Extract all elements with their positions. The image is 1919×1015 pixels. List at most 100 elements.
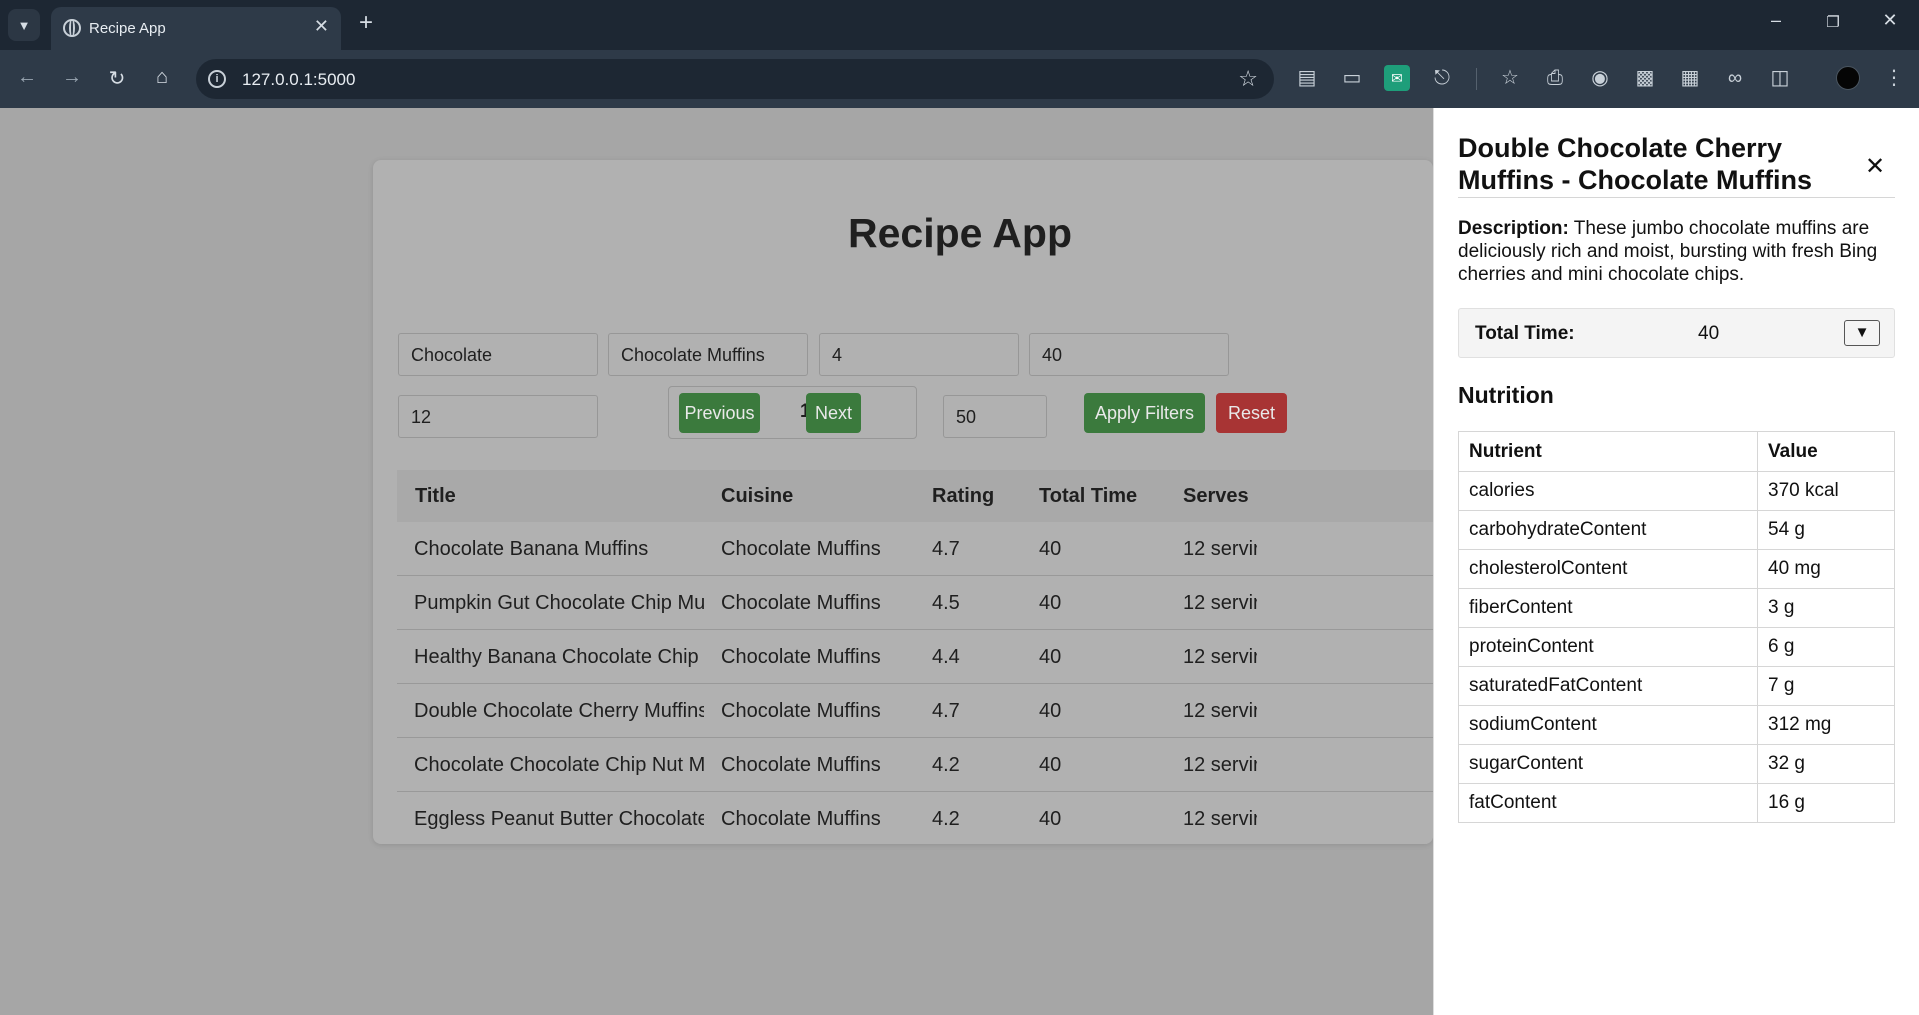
back-icon[interactable]: ←	[14, 66, 40, 89]
cell-rating: 4.7	[932, 700, 960, 722]
cell-rating: 4.7	[932, 538, 960, 560]
home-icon[interactable]: ⌂	[149, 66, 175, 89]
recipe-description: Description: These jumbo chocolate muffi…	[1458, 217, 1898, 286]
nutrient-name: proteinContent	[1458, 627, 1758, 667]
screenshot-icon[interactable]: ◉	[1587, 65, 1613, 91]
column-header-total-time[interactable]: Total Time	[1039, 485, 1137, 508]
column-header-serves[interactable]: Serves	[1183, 485, 1249, 508]
column-header-cuisine[interactable]: Cuisine	[721, 485, 793, 508]
nutrition-table: Nutrient Value calories 370 kcal carbohyd…	[1458, 431, 1895, 823]
table-row[interactable]: Eggless Peanut Butter Chocolate M… Choco…	[397, 792, 1433, 844]
expand-toggle-button[interactable]: ▼	[1844, 320, 1880, 346]
bookmark-star-icon[interactable]: ☆	[1238, 66, 1258, 92]
table-row[interactable]: Double Chocolate Cherry Muffins Chocolat…	[397, 684, 1433, 738]
reload-icon[interactable]: ↻	[104, 66, 130, 91]
print-icon[interactable]: ⎙	[1542, 65, 1568, 91]
nutrient-value: 40 mg	[1757, 549, 1895, 589]
nutrient-name: sodiumContent	[1458, 705, 1758, 745]
nutrition-heading: Nutrition	[1458, 382, 1554, 408]
reading-mode-icon[interactable]: ◫	[1767, 65, 1793, 91]
extensions-puzzle-icon[interactable]: ⎋	[1429, 65, 1455, 91]
nutrient-name: fatContent	[1458, 783, 1758, 823]
nutrient-value: 3 g	[1757, 588, 1895, 628]
nutrition-row: proteinContent 6 g	[1458, 627, 1895, 667]
tab-title: Recipe App	[89, 20, 166, 37]
table-row[interactable]: Pumpkin Gut Chocolate Chip Muffins Choco…	[397, 576, 1433, 630]
tab-groups-icon[interactable]: ▤	[1294, 65, 1320, 91]
previous-page-button[interactable]: Previous	[679, 393, 760, 433]
cuisine-filter-input[interactable]: Chocolate Muffins	[608, 333, 808, 376]
cell-serves: 12 servir	[1183, 646, 1257, 668]
close-window-icon[interactable]: ✕	[1878, 10, 1902, 31]
address-bar[interactable]: i 127.0.0.1:5000 ☆	[196, 59, 1274, 99]
link-icon[interactable]: ∞	[1722, 65, 1748, 91]
nutrient-name: saturatedFatContent	[1458, 666, 1758, 706]
site-info-icon[interactable]: i	[208, 70, 226, 88]
nutrition-row: calories 370 kcal	[1458, 471, 1895, 511]
nutrient-value: 6 g	[1757, 627, 1895, 667]
favorites-icon[interactable]: ☆	[1497, 65, 1523, 91]
nutrient-value: 32 g	[1757, 744, 1895, 784]
reset-button[interactable]: Reset	[1216, 393, 1287, 433]
table-row[interactable]: Healthy Banana Chocolate Chip Oa… Chocol…	[397, 630, 1433, 684]
forward-icon[interactable]: →	[59, 66, 85, 89]
cell-title: Pumpkin Gut Chocolate Chip Muffins	[414, 592, 704, 614]
nutrient-name: sugarContent	[1458, 744, 1758, 784]
nutrient-name: calories	[1458, 471, 1758, 511]
cell-rating: 4.2	[932, 754, 960, 776]
table-row[interactable]: Chocolate Banana Muffins Chocolate Muffi…	[397, 522, 1433, 576]
title-filter-input[interactable]: Chocolate	[398, 333, 598, 376]
total-time-filter-input[interactable]: 40	[1029, 333, 1229, 376]
next-page-button[interactable]: Next	[806, 393, 861, 433]
description-label: Description:	[1458, 218, 1569, 239]
cell-cuisine: Chocolate Muffins	[721, 592, 881, 614]
profile-avatar[interactable]	[1836, 66, 1860, 90]
cell-total-time: 40	[1039, 808, 1062, 830]
cell-total-time: 40	[1039, 646, 1062, 668]
rating-filter-input[interactable]: 4	[819, 333, 1019, 376]
table-row[interactable]: Chocolate Chocolate Chip Nut Muffi… Choc…	[397, 738, 1433, 792]
extension-green-icon[interactable]: ✉	[1384, 65, 1410, 91]
nutrition-row: sugarContent 32 g	[1458, 744, 1895, 784]
menu-kebab-icon[interactable]: ⋮	[1881, 65, 1907, 91]
cell-total-time: 40	[1039, 538, 1062, 560]
cell-rating: 4.4	[932, 646, 960, 668]
per-page-input[interactable]: 50	[943, 395, 1047, 438]
cell-title: Healthy Banana Chocolate Chip Oa…	[414, 646, 704, 668]
column-header-rating[interactable]: Rating	[932, 485, 994, 508]
new-tab-icon[interactable]: +	[353, 9, 379, 37]
apply-filters-button[interactable]: Apply Filters	[1084, 393, 1205, 433]
cell-title: Eggless Peanut Butter Chocolate M…	[414, 808, 704, 830]
tab-search-icon[interactable]: ▼	[8, 9, 40, 41]
value-column-header: Value	[1757, 431, 1895, 472]
serves-filter-input[interactable]: 12	[398, 395, 598, 438]
nutrient-value: 7 g	[1757, 666, 1895, 706]
cell-total-time: 40	[1039, 754, 1062, 776]
nutrient-value: 312 mg	[1757, 705, 1895, 745]
browser-tab[interactable]: Recipe App ✕	[51, 7, 341, 50]
recipe-app-card: Recipe App Chocolate Chocolate Muffins 4…	[373, 160, 1433, 844]
close-icon[interactable]: ✕	[1865, 152, 1885, 181]
nutrient-value: 54 g	[1757, 510, 1895, 550]
nutrient-column-header: Nutrient	[1458, 431, 1758, 472]
total-time-value: 40	[1698, 323, 1720, 344]
cell-serves: 12 servir	[1183, 808, 1257, 830]
cell-title: Double Chocolate Cherry Muffins	[414, 700, 704, 722]
total-time-label: Total Time:	[1475, 323, 1575, 344]
panel-divider	[1458, 197, 1895, 198]
restore-icon[interactable]: ❐	[1821, 13, 1845, 31]
cast-icon[interactable]: ▭	[1339, 65, 1365, 91]
qr-code-icon[interactable]: ▦	[1677, 65, 1703, 91]
cell-rating: 4.5	[932, 592, 960, 614]
table-header: Title Cuisine Rating Total Time Serves	[397, 470, 1433, 522]
minimize-icon[interactable]: –	[1764, 10, 1788, 31]
tab-close-icon[interactable]: ✕	[314, 16, 329, 37]
cell-cuisine: Chocolate Muffins	[721, 538, 881, 560]
nutrition-row: carbohydrateContent 54 g	[1458, 510, 1895, 550]
nutrition-row: fatContent 16 g	[1458, 783, 1895, 823]
column-header-title[interactable]: Title	[415, 485, 456, 508]
total-time-row: Total Time: 40 ▼	[1458, 308, 1895, 358]
pagination: Previous 1 Next	[668, 386, 917, 439]
cell-rating: 4.2	[932, 808, 960, 830]
translate-icon[interactable]: ▩	[1632, 65, 1658, 91]
